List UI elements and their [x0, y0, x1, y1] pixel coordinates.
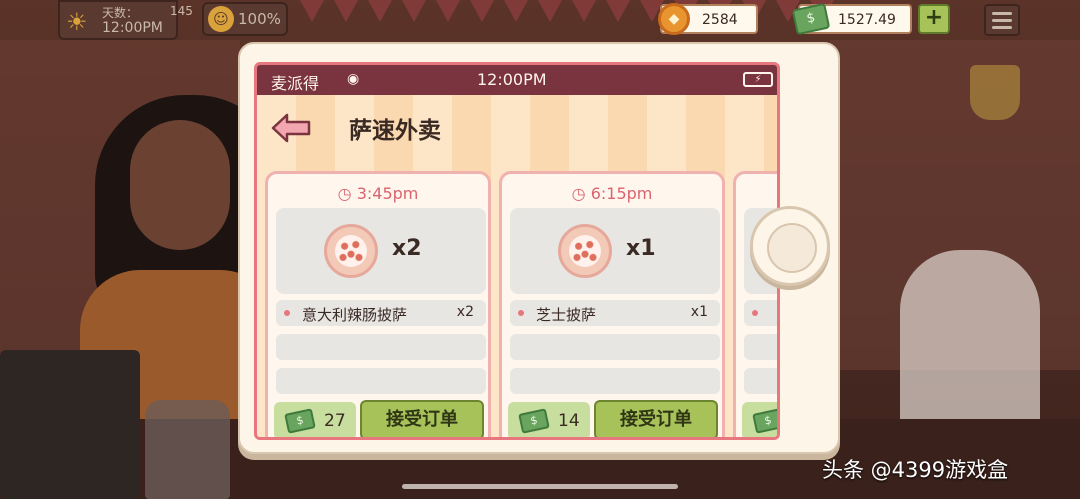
watermark: 头条 @4399游戏盒	[822, 458, 1009, 482]
carrier-name: 麦派得	[271, 74, 320, 93]
trophy-icon	[970, 65, 1020, 120]
cash-counter: $ 1527.49	[791, 2, 912, 36]
bullet-icon	[284, 310, 290, 316]
order-item-name: 意大利辣肠披萨	[302, 306, 408, 324]
accept-order-button[interactable]: 接受订单	[594, 400, 718, 437]
status-clock: 12:00PM	[477, 70, 547, 89]
customer-face	[130, 120, 230, 250]
order-card: ◷ 3:45pm x2 意大利辣肠披萨 x2 $ 27 接受订单	[265, 171, 491, 437]
pepperoni-pizza-icon	[324, 224, 378, 278]
coin-value: 2584	[702, 12, 738, 28]
menu-button[interactable]	[984, 4, 1020, 36]
order-time: 3:45pm	[356, 184, 419, 203]
empty-item-slot	[510, 368, 720, 394]
empty-item-slot	[276, 368, 486, 394]
sun-icon: ☀	[66, 8, 88, 36]
app-title: 萨速外卖	[349, 118, 441, 144]
order-card: ◷ 6:15pm x1 芝士披萨 x1 $ 14 接受订单	[499, 171, 725, 437]
order-item-name: 芝士披萨	[536, 306, 597, 324]
order-time-row: ◷ 3:45pm	[337, 184, 419, 203]
tablet-screen: 麦派得 ◉ 12:00PM ⚡ 萨速外卖 ◷ 3:45pm x2 意大利辣肠披萨…	[254, 62, 780, 440]
app-header: 萨速外卖	[257, 95, 777, 161]
order-preview: x2	[276, 208, 486, 294]
cash-bill-icon: $	[518, 408, 550, 434]
cash-bill-icon: $	[791, 2, 831, 36]
empty-item-slot	[276, 334, 486, 360]
cheese-pizza-icon	[558, 224, 612, 278]
order-time-row: ◷ 6:15pm	[571, 184, 653, 203]
empty-item-slot	[510, 334, 720, 360]
smiley-icon: ☺	[208, 6, 234, 32]
order-quantity: x2	[392, 236, 422, 261]
order-quantity: x1	[626, 236, 656, 261]
game-time: 12:00PM	[102, 20, 163, 36]
order-item: 芝士披萨 x1	[510, 300, 720, 326]
cash-register	[0, 350, 140, 499]
back-button[interactable]	[271, 113, 311, 143]
day-time-panel: ☀ 天数： 145 12:00PM	[58, 0, 193, 40]
order-time: 6:15pm	[590, 184, 653, 203]
back-arrow-icon	[271, 113, 311, 143]
order-item-count: x1	[690, 304, 708, 320]
reward-amount: 14	[558, 411, 580, 431]
order-list[interactable]: ◷ 3:45pm x2 意大利辣肠披萨 x2 $ 27 接受订单 ◷ 6:15p…	[257, 161, 777, 437]
wifi-icon: ◉	[347, 71, 360, 87]
order-preview: x1	[510, 208, 720, 294]
cash-value: 1527.49	[838, 12, 896, 28]
order-reward: $ 27	[274, 402, 356, 437]
order-item	[744, 300, 777, 326]
battery-icon: ⚡	[743, 72, 773, 87]
order-reward: $	[742, 402, 777, 437]
coin-counter: ◆ 2584	[658, 3, 758, 35]
glass-jar	[145, 400, 230, 499]
day-label: 天数：	[102, 6, 139, 20]
empty-item-slot	[744, 368, 777, 394]
home-indicator[interactable]	[402, 484, 678, 489]
bullet-icon	[752, 310, 758, 316]
mood-percent: 100%	[238, 10, 281, 28]
order-item-count: x2	[456, 304, 474, 320]
bullet-icon	[518, 310, 524, 316]
mood-panel: ☺ 100%	[202, 2, 288, 36]
cash-bill-icon: $	[284, 408, 316, 434]
status-bar: 麦派得 ◉ 12:00PM ⚡	[257, 65, 777, 95]
add-cash-button[interactable]: +	[918, 4, 950, 34]
day-number: 145	[170, 4, 193, 18]
accept-order-button[interactable]: 接受订单	[360, 400, 484, 437]
reward-amount: 27	[324, 411, 346, 431]
cash-bill-icon: $	[752, 408, 777, 434]
coin-icon: ◆	[658, 3, 690, 35]
order-item: 意大利辣肠披萨 x2	[276, 300, 486, 326]
order-reward: $ 14	[508, 402, 590, 437]
empty-item-slot	[744, 334, 777, 360]
tablet-home-button[interactable]	[750, 206, 830, 286]
